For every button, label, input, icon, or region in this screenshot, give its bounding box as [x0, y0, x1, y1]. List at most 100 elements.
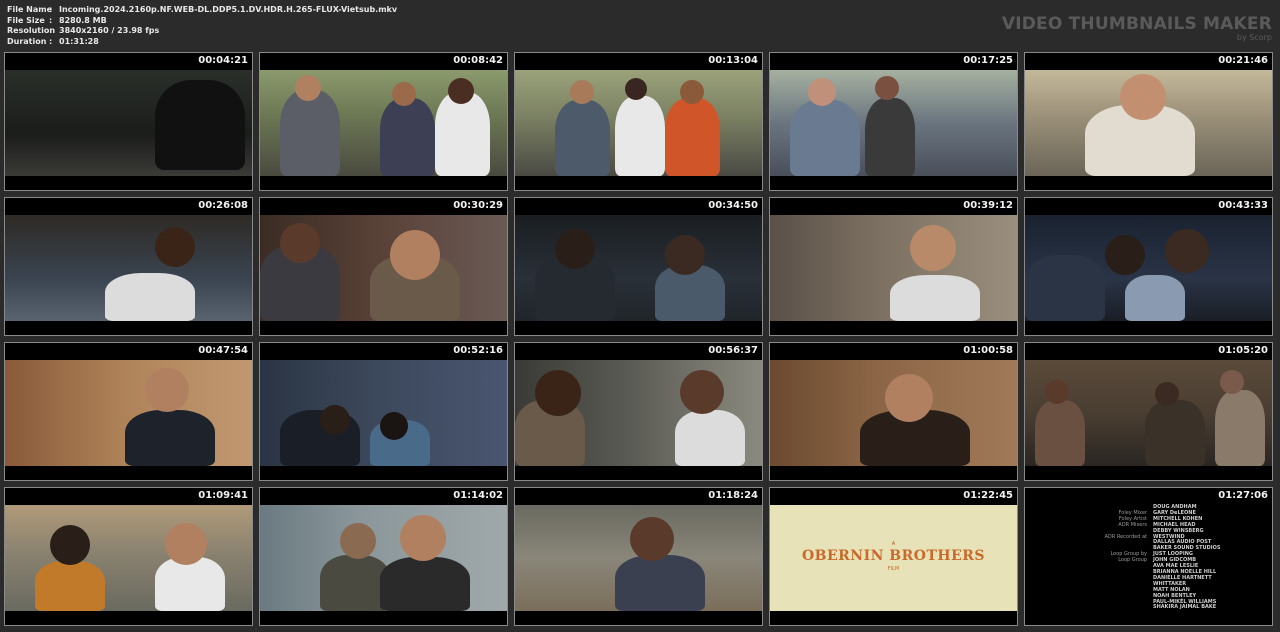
figure-shape — [35, 561, 105, 611]
figure-shape — [665, 98, 720, 176]
timestamp: 01:00:58 — [963, 345, 1013, 356]
separator: : — [49, 26, 53, 36]
video-frame — [770, 215, 1017, 321]
figure-shape — [890, 275, 980, 321]
credit-name: SHAKIRA JAIMAL BAKE — [1153, 604, 1217, 611]
timestamp: 00:34:50 — [708, 200, 758, 211]
thumbnail[interactable]: 00:17:25 — [769, 52, 1018, 191]
figure-shape — [615, 96, 665, 176]
head-shape — [555, 229, 595, 269]
timestamp: 00:13:04 — [708, 55, 758, 66]
timestamp: 01:05:20 — [1218, 345, 1268, 356]
timestamp: 00:21:46 — [1218, 55, 1268, 66]
thumbnail[interactable]: 01:00:58 — [769, 342, 1018, 481]
logo-prefix: A — [891, 541, 896, 547]
video-frame — [1025, 215, 1272, 321]
timestamp: 01:09:41 — [198, 490, 248, 501]
figure-shape — [380, 557, 470, 611]
thumbnail[interactable]: 00:08:42 — [259, 52, 508, 191]
thumbnail[interactable]: 00:26:08 — [4, 197, 253, 336]
head-shape — [535, 370, 581, 416]
timestamp: 01:22:45 — [963, 490, 1013, 501]
head-shape — [680, 80, 704, 104]
video-frame — [1025, 360, 1272, 466]
thumbnail[interactable]: 01:22:45 A OBERNIN BROTHERS FILM — [769, 487, 1018, 626]
thumbnail[interactable]: 01:09:41 — [4, 487, 253, 626]
resolution-value: 3840x2160 / 23.98 fps — [59, 26, 160, 36]
file-name-row: File Name : Incoming.2024.2160p.NF.WEB-D… — [7, 5, 397, 16]
head-shape — [165, 523, 207, 565]
timestamp: 00:26:08 — [198, 200, 248, 211]
brand-subtitle: by Scorp — [1236, 33, 1272, 42]
head-shape — [885, 374, 933, 422]
resolution-row: Resolution : 3840x2160 / 23.98 fps — [7, 26, 397, 37]
thumbnail[interactable]: 00:43:33 — [1024, 197, 1273, 336]
brand-title: VIDEO THUMBNAILS MAKER — [1001, 14, 1272, 34]
thumbnail[interactable]: 00:04:21 — [4, 52, 253, 191]
info-header: File Name : Incoming.2024.2160p.NF.WEB-D… — [0, 0, 1280, 50]
thumbnail[interactable]: 00:34:50 — [514, 197, 763, 336]
file-size-row: File Size : 8280.8 MB — [7, 16, 397, 27]
thumbnail[interactable]: 00:21:46 — [1024, 52, 1273, 191]
video-frame — [770, 360, 1017, 466]
thumbnail[interactable]: 00:30:29 — [259, 197, 508, 336]
timestamp: 00:56:37 — [708, 345, 758, 356]
head-shape — [1045, 380, 1069, 404]
video-frame — [515, 70, 762, 176]
thumbnail[interactable]: 01:27:06 DOUG ANDHAM Foley Mixer GARY DeLEO… — [1024, 487, 1273, 626]
thumbnail[interactable]: 01:14:02 — [259, 487, 508, 626]
video-frame — [260, 70, 507, 176]
video-frame — [260, 360, 507, 466]
thumbnail[interactable]: 00:39:12 — [769, 197, 1018, 336]
video-frame: A OBERNIN BROTHERS FILM — [770, 505, 1017, 611]
head-shape — [50, 525, 90, 565]
video-frame — [515, 360, 762, 466]
figure-shape — [1145, 400, 1205, 466]
head-shape — [390, 230, 440, 280]
head-shape — [448, 78, 474, 104]
figure-shape — [790, 100, 860, 176]
timestamp: 01:14:02 — [453, 490, 503, 501]
head-shape — [340, 523, 376, 559]
video-frame — [260, 215, 507, 321]
figure-shape — [615, 555, 705, 611]
video-frame — [770, 70, 1017, 176]
timestamp: 00:52:16 — [453, 345, 503, 356]
thumbnail[interactable]: 00:13:04 — [514, 52, 763, 191]
thumbnail[interactable]: 00:56:37 — [514, 342, 763, 481]
figure-shape — [380, 98, 435, 176]
head-shape — [145, 368, 189, 412]
head-shape — [1220, 370, 1244, 394]
separator: : — [49, 15, 53, 25]
figure-shape — [105, 273, 195, 321]
timestamp: 01:27:06 — [1218, 490, 1268, 501]
figure-shape — [1035, 400, 1085, 466]
credits-frame: DOUG ANDHAM Foley Mixer GARY DeLEONE Foley … — [1025, 504, 1272, 624]
video-frame — [5, 505, 252, 611]
logo-subtitle: FILM — [887, 566, 900, 572]
duration-row: Duration : 01:31:28 — [7, 37, 397, 48]
figure-shape — [865, 98, 915, 176]
head-shape — [155, 227, 195, 267]
file-metadata: File Name : Incoming.2024.2160p.NF.WEB-D… — [7, 5, 397, 48]
timestamp: 00:08:42 — [453, 55, 503, 66]
thumbnail[interactable]: 01:05:20 — [1024, 342, 1273, 481]
separator: : — [49, 37, 53, 47]
head-shape — [1155, 382, 1179, 406]
figure-shape — [155, 557, 225, 611]
thumbnail[interactable]: 00:47:54 — [4, 342, 253, 481]
head-shape — [1105, 235, 1145, 275]
head-shape — [295, 75, 321, 101]
head-shape — [570, 80, 594, 104]
thumbnail[interactable]: 01:18:24 — [514, 487, 763, 626]
thumbnail[interactable]: 00:52:16 — [259, 342, 508, 481]
timestamp: 00:17:25 — [963, 55, 1013, 66]
head-shape — [680, 370, 724, 414]
credit-row: SHAKIRA JAIMAL BAKE — [1025, 605, 1272, 611]
head-shape — [625, 78, 647, 100]
duration-value: 01:31:28 — [59, 37, 99, 47]
duration-label: Duration — [7, 37, 47, 47]
timestamp: 00:39:12 — [963, 200, 1013, 211]
head-shape — [910, 225, 956, 271]
figure-shape — [555, 100, 610, 176]
